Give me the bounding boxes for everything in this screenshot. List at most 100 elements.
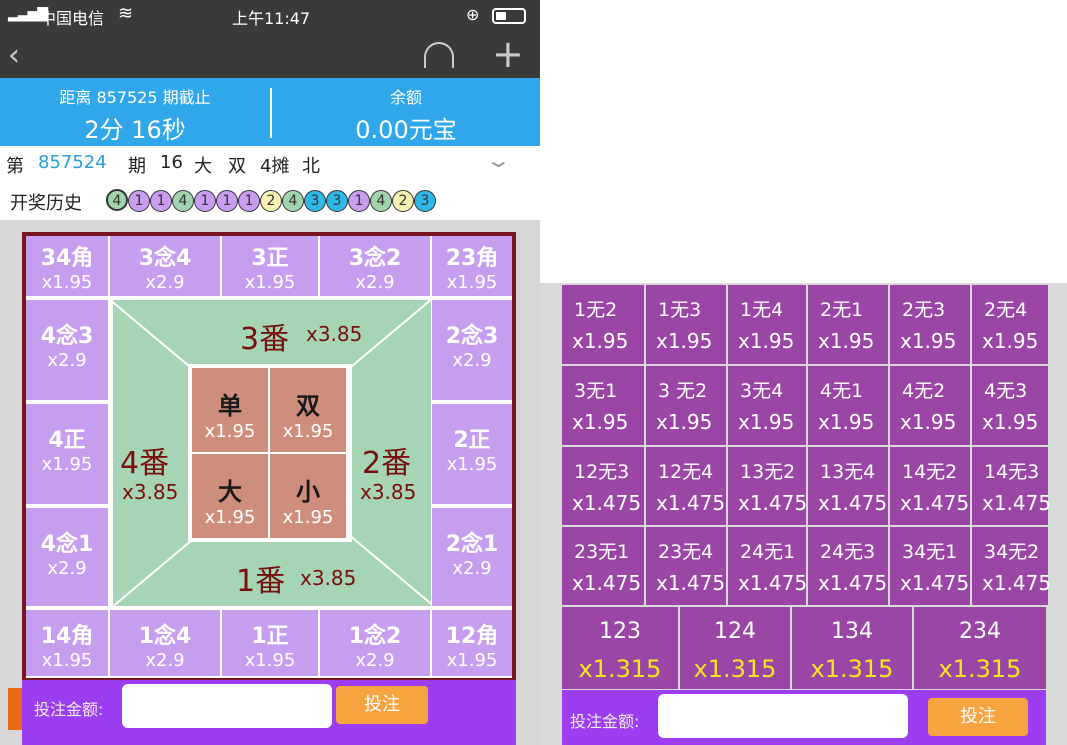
bet-option-odds: x1.475 [572, 571, 642, 595]
no-number-cell-3无4[interactable]: 3无4 x1.95 [728, 366, 806, 445]
issue-row[interactable]: 第 857524 期 16 大 双 4摊 北 ⌄ [0, 146, 540, 182]
board-cell-1念2[interactable]: 1念2 x2.9 [320, 610, 430, 676]
history-ball: 2 [260, 190, 282, 212]
bet-option-label: 双 [296, 392, 320, 420]
nav-bar: ‹ + [0, 32, 540, 78]
no-number-cell-4无3[interactable]: 4无3 x1.95 [972, 366, 1048, 445]
no-number-cell-2无4[interactable]: 2无4 x1.95 [972, 285, 1048, 364]
no-number-cell-24无1[interactable]: 24无1 x1.475 [728, 527, 807, 605]
no-number-cell-1无3[interactable]: 1无3 x1.95 [646, 285, 726, 364]
no-number-cell-13无4[interactable]: 13无4 x1.475 [808, 447, 888, 525]
balance-value: 0.00元宝 [355, 116, 457, 144]
board-cell-3念2[interactable]: 3念2 x2.9 [320, 236, 430, 296]
bet-option-odds: x1.95 [738, 329, 795, 353]
headset-icon[interactable] [424, 42, 454, 68]
history-balls: 411411124331423 [106, 189, 436, 212]
bet-option-label: 1无3 [658, 299, 702, 321]
fan-1-label[interactable]: 1番 [236, 556, 285, 600]
back-icon[interactable]: ‹ [8, 38, 20, 73]
no-number-cell-2无1[interactable]: 2无1 x1.95 [808, 285, 888, 364]
bet-option-label: 23无4 [658, 541, 714, 563]
fan-3-label[interactable]: 3番 [240, 314, 289, 358]
triple-cell-124[interactable]: 124 x1.315 [680, 607, 790, 689]
center-cell-双[interactable]: 双 x1.95 [270, 368, 346, 452]
no-number-cell-23无1[interactable]: 23无1 x1.475 [562, 527, 644, 605]
bet-option-odds: x1.475 [900, 491, 970, 515]
board-cell-3正[interactable]: 3正 x1.95 [222, 236, 318, 296]
bet-option-label: 34无1 [902, 541, 958, 563]
bet-option-label: 1念4 [138, 624, 192, 649]
no-number-cell-4无2[interactable]: 4无2 x1.95 [890, 366, 970, 445]
board-cell-34角[interactable]: 34角 x1.95 [26, 236, 108, 296]
no-number-cell-3无1[interactable]: 3无1 x1.95 [562, 366, 644, 445]
board-cell-4念3[interactable]: 4念3 x2.9 [26, 300, 108, 400]
bet-button[interactable]: 投注 [336, 686, 428, 724]
bet-option-odds: x1.95 [41, 272, 93, 293]
no-number-cell-23无4[interactable]: 23无4 x1.475 [646, 527, 726, 605]
bet-option-label: 13无4 [820, 461, 876, 483]
triple-cell-234[interactable]: 234 x1.315 [914, 607, 1046, 689]
bet-option-label: 2念1 [445, 532, 499, 557]
bet-option-label: 大 [218, 478, 242, 506]
add-icon[interactable]: + [492, 32, 524, 76]
board-cell-2念1[interactable]: 2念1 x2.9 [432, 508, 512, 606]
triple-cell-123[interactable]: 123 x1.315 [562, 607, 678, 689]
issue-prefix: 第 [6, 156, 24, 177]
bet-option-label: 2无3 [902, 299, 946, 321]
center-cell-大[interactable]: 大 x1.95 [192, 454, 268, 538]
no-number-cell-12无3[interactable]: 12无3 x1.475 [562, 447, 644, 525]
no-number-cell-4无1[interactable]: 4无1 x1.95 [808, 366, 888, 445]
history-ball: 3 [326, 190, 348, 212]
board-cell-1正[interactable]: 1正 x1.95 [222, 610, 318, 676]
bet-button[interactable]: 投注 [928, 698, 1028, 736]
no-number-cell-14无3[interactable]: 14无3 x1.475 [972, 447, 1051, 525]
no-number-cell-1无2[interactable]: 1无2 x1.95 [562, 285, 644, 364]
bet-amount-input[interactable] [122, 684, 332, 728]
no-number-cell-2无3[interactable]: 2无3 x1.95 [890, 285, 970, 364]
bet-option-label: 13无2 [740, 461, 796, 483]
no-number-cell-14无2[interactable]: 14无2 x1.475 [890, 447, 970, 525]
bet-amount-input[interactable] [658, 694, 908, 738]
fan-3-odds: x3.85 [306, 322, 363, 346]
no-number-cell-3 无2[interactable]: 3 无2 x1.95 [646, 366, 726, 445]
board-cell-2正[interactable]: 2正 x1.95 [432, 404, 512, 504]
bet-option-label: 1念2 [348, 624, 402, 649]
center-cell-单[interactable]: 单 x1.95 [192, 368, 268, 452]
bet-option-odds: x2.9 [47, 558, 87, 579]
bet-option-odds: x1.475 [900, 571, 970, 595]
no-number-cell-12无4[interactable]: 12无4 x1.475 [646, 447, 726, 525]
status-bar: ▂▃▅▇ 中国电信 ≋ 上午11:47 ⊕ [0, 0, 540, 32]
bet-option-label: 3 无2 [658, 380, 708, 402]
no-number-cell-34无1[interactable]: 34无1 x1.475 [890, 527, 970, 605]
board-cell-12角[interactable]: 12角 x1.95 [432, 610, 512, 676]
board-cell-4念1[interactable]: 4念1 x2.9 [26, 508, 108, 606]
bet-option-odds: x1.95 [41, 650, 93, 671]
bet-option-odds: x1.95 [900, 329, 957, 353]
center-cell-小[interactable]: 小 x1.95 [270, 454, 346, 538]
history-ball: 1 [348, 190, 370, 212]
no-number-cell-13无2[interactable]: 13无2 x1.475 [728, 447, 807, 525]
board-cell-23角[interactable]: 23角 x1.95 [432, 236, 512, 296]
board-cell-4正[interactable]: 4正 x1.95 [26, 404, 108, 504]
triple-cell-134[interactable]: 134 x1.315 [792, 607, 912, 689]
bet-option-label: 12角 [445, 624, 499, 649]
board-cell-3念4[interactable]: 3念4 x2.9 [110, 236, 220, 296]
no-number-cell-34无2[interactable]: 34无2 x1.475 [972, 527, 1051, 605]
no-number-cell-1无4[interactable]: 1无4 x1.95 [728, 285, 806, 364]
bet-option-odds: x1.95 [244, 272, 296, 293]
bet-option-odds: x1.95 [446, 272, 498, 293]
fan-4-label[interactable]: 4番 [120, 438, 169, 482]
board-cell-2念3[interactable]: 2念3 x2.9 [432, 300, 512, 400]
bet-amount-label: 投注金额: [570, 712, 640, 731]
bet-option-label: 34角 [40, 246, 94, 271]
board-cell-14角[interactable]: 14角 x1.95 [26, 610, 108, 676]
history-ball: 3 [304, 190, 326, 212]
no-number-cell-24无3[interactable]: 24无3 x1.475 [808, 527, 888, 605]
bet-option-label: 14无2 [902, 461, 958, 483]
bet-option-label: 4无1 [820, 380, 864, 402]
bet-option-odds: x1.95 [446, 454, 498, 475]
chevron-down-icon[interactable]: ⌄ [485, 148, 512, 172]
board-cell-1念4[interactable]: 1念4 x2.9 [110, 610, 220, 676]
bet-option-label: 12无3 [574, 461, 630, 483]
fan-2-label[interactable]: 2番 [362, 438, 411, 482]
